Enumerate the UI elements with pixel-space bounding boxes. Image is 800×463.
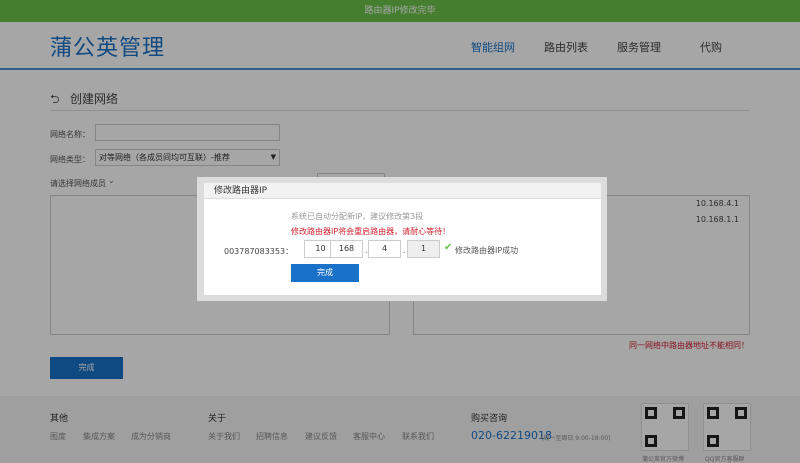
ip-dot-3: . <box>403 246 406 255</box>
device-id-label: 003787083353： <box>224 247 294 256</box>
ip-octet-4-input: 1 <box>407 240 440 258</box>
dialog-title: 修改路由器IP <box>204 183 601 199</box>
edit-router-ip-dialog: 修改路由器IP 系统已自动分配新IP，建议修改第3段 修改路由器IP将会重启路由… <box>204 183 601 295</box>
restart-warning: 修改路由器IP将会重启路由器，请耐心等待！ <box>291 227 451 236</box>
dialog-done-button[interactable]: 完成 <box>291 264 359 282</box>
auto-assign-hint: 系统已自动分配新IP，建议修改第3段 <box>291 212 424 221</box>
check-icon: ✔ <box>444 242 453 253</box>
ip-octet-2-input[interactable]: 168 <box>330 240 363 258</box>
ip-octet-3-input[interactable]: 4 <box>368 240 401 258</box>
ip-success-text: 修改路由器IP成功 <box>455 246 519 255</box>
